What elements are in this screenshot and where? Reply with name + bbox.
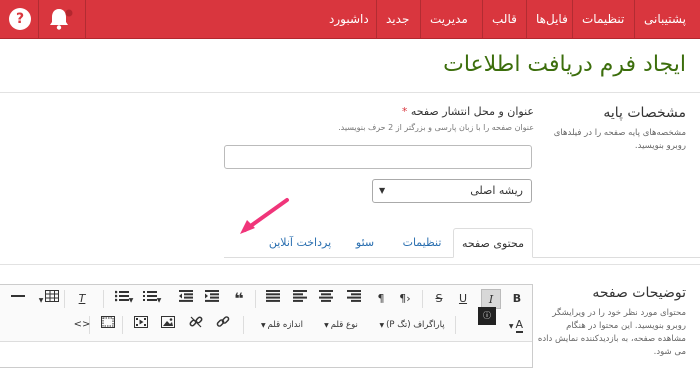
toolbar-divider xyxy=(255,290,256,308)
table-icon[interactable]: ▼ xyxy=(36,289,62,309)
align-center-icon[interactable] xyxy=(316,289,336,309)
align-right-icon[interactable] xyxy=(344,289,364,309)
ltr-direction-icon[interactable]: ¶› xyxy=(395,289,415,309)
tab-page-content[interactable]: محتوی صفحه xyxy=(453,228,533,258)
section-divider xyxy=(0,264,700,265)
strikethrough-button[interactable]: S xyxy=(429,289,449,309)
text-color-button[interactable]: ▼ A xyxy=(502,315,530,335)
page-title-help: عنوان صفحه را با زبان پارسی و بزرگتر از … xyxy=(338,123,534,132)
link-icon[interactable] xyxy=(213,315,233,335)
rtl-direction-button[interactable]: ¶ xyxy=(371,289,391,309)
align-justify-icon[interactable] xyxy=(263,289,283,309)
help-icon[interactable]: ? xyxy=(9,8,31,30)
required-mark: * xyxy=(401,105,408,118)
toolbar-divider xyxy=(122,316,123,334)
chevron-down-icon: ▼ xyxy=(379,186,386,195)
description-section-title: توضیحات صفحه xyxy=(592,285,686,301)
title-divider xyxy=(0,92,700,93)
arrow-annotation-icon xyxy=(240,198,289,234)
nav-files[interactable]: فایل‌ها xyxy=(526,0,572,38)
description-section-desc: محتوای مورد نظر خود را در ویرایشگر روبرو… xyxy=(537,308,686,357)
navbar-divider xyxy=(38,0,39,38)
source-code-button[interactable]: <> xyxy=(72,315,92,335)
italic-button[interactable]: I xyxy=(481,289,501,309)
font-family-menu[interactable]: نوع قلم▼ xyxy=(314,315,368,335)
nav-new[interactable]: جدید xyxy=(376,0,420,38)
nav-support[interactable]: پشتیبانی xyxy=(634,0,700,38)
toolbar-divider xyxy=(455,316,456,334)
toolbar-divider xyxy=(243,316,244,334)
unlink-icon[interactable] xyxy=(186,315,206,335)
bullet-list-icon[interactable]: ▼ xyxy=(112,289,138,309)
outdent-icon[interactable] xyxy=(176,289,196,309)
font-family-label: نوع قلم xyxy=(330,320,358,330)
nav-management[interactable]: مدیریت xyxy=(420,0,482,38)
bold-button[interactable]: B xyxy=(507,289,527,309)
basic-section-title: مشخصات پایه xyxy=(603,105,686,121)
font-size-label: اندازه قلم xyxy=(267,320,303,330)
basic-section-desc: مشخصه‌های پایه صفحه را در فیلدهای روبرو … xyxy=(553,128,686,151)
blockquote-button[interactable]: ❝ xyxy=(229,289,249,309)
clear-format-icon[interactable]: T xyxy=(72,289,92,309)
tooltip-icon: ⓘ xyxy=(478,307,496,325)
main-nav: داشبورد جدید مدیریت قالب فایل‌ها تنظیمات… xyxy=(320,0,700,38)
page-title-label-text: عنوان و محل انتشار صفحه xyxy=(410,105,534,118)
page-title-label: عنوان و محل انتشار صفحه * xyxy=(402,105,534,118)
indent-icon[interactable] xyxy=(202,289,222,309)
text-color-icon: A xyxy=(515,318,524,333)
underline-button[interactable]: U xyxy=(453,289,473,309)
parent-page-value: ریشه اصلی xyxy=(470,184,523,197)
paragraph-format-menu[interactable]: پاراگراف (تگ P)▼ xyxy=(372,315,452,335)
numbered-list-icon[interactable]: ▼ xyxy=(140,289,166,309)
image-icon[interactable] xyxy=(158,315,178,335)
nav-dashboard[interactable]: داشبورد xyxy=(320,0,376,38)
top-navbar: ? داشبورد جدید مدیریت قالب فایل‌ها تنظیم… xyxy=(0,0,700,39)
align-left-icon[interactable] xyxy=(290,289,310,309)
nav-settings[interactable]: تنظیمات xyxy=(572,0,634,38)
editor-toolbar: B I U S ¶› ¶ ❝ ▼ ▼ T ▼ ▼ A ⓘ پاراگراف (تگ xyxy=(0,285,532,342)
toolbar-divider xyxy=(103,290,104,308)
tab-settings[interactable]: تنظیمات xyxy=(393,228,451,258)
fullscreen-icon[interactable] xyxy=(98,315,118,335)
video-icon[interactable] xyxy=(131,315,151,335)
toolbar-divider xyxy=(64,290,65,308)
nav-theme[interactable]: قالب xyxy=(482,0,526,38)
page-title-input[interactable] xyxy=(224,145,532,169)
paragraph-format-label: پاراگراف (تگ P) xyxy=(386,320,445,330)
navbar-divider xyxy=(85,0,86,38)
horizontal-rule-icon[interactable] xyxy=(8,289,28,309)
tab-seo[interactable]: سئو xyxy=(340,228,390,258)
font-size-menu[interactable]: اندازه قلم▼ xyxy=(252,315,312,335)
notification-bell-icon[interactable] xyxy=(47,6,75,32)
page-title: ایجاد فرم دریافت اطلاعات xyxy=(443,52,686,77)
toolbar-divider xyxy=(422,290,423,308)
parent-page-select[interactable]: ریشه اصلی ▼ xyxy=(372,179,532,203)
